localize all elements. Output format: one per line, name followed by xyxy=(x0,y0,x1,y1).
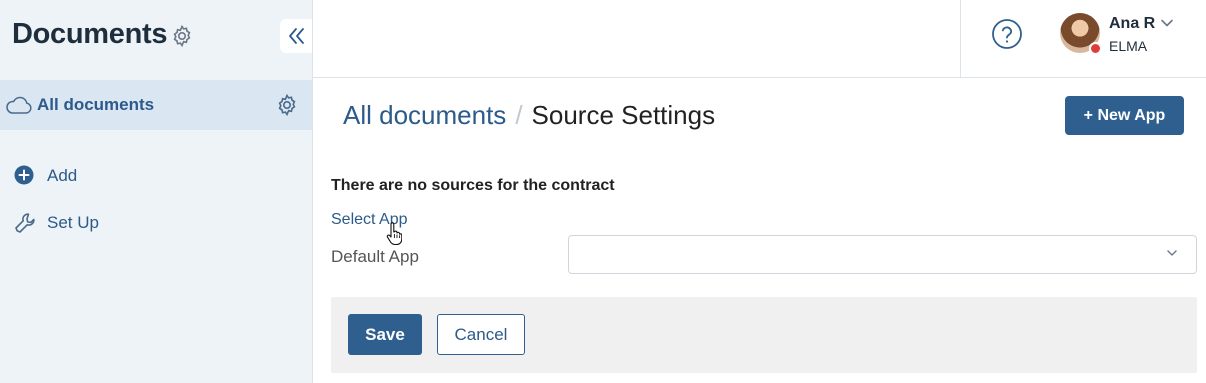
new-app-button[interactable]: + New App xyxy=(1065,96,1184,135)
user-company: ELMA xyxy=(1109,38,1148,54)
chevron-down-icon xyxy=(1166,249,1178,257)
breadcrumb-separator: / xyxy=(515,100,523,130)
breadcrumb-parent-link[interactable]: All documents xyxy=(343,100,506,130)
hand-cursor-icon xyxy=(386,222,402,246)
sidebar: Documents All documents Add Set Up xyxy=(0,0,313,383)
set-up-label: Set Up xyxy=(47,213,99,232)
wrench-icon xyxy=(13,211,37,235)
save-button[interactable]: Save xyxy=(348,314,422,355)
cloud-icon xyxy=(5,95,33,115)
add-label: Add xyxy=(47,166,78,185)
sidebar-title: Documents xyxy=(12,18,168,50)
cancel-button[interactable]: Cancel xyxy=(437,314,525,355)
header-divider xyxy=(960,0,961,77)
add-action[interactable]: Add xyxy=(0,161,312,191)
user-name[interactable]: Ana R xyxy=(1109,15,1155,33)
default-app-label: Default App xyxy=(331,247,419,266)
add-circle-icon xyxy=(13,164,35,186)
status-indicator xyxy=(1089,42,1102,55)
sidebar-item-label: All documents xyxy=(37,95,155,114)
set-up-action[interactable]: Set Up xyxy=(0,208,312,238)
help-circle-icon[interactable] xyxy=(991,18,1023,50)
chevron-down-icon[interactable] xyxy=(1160,18,1174,28)
double-chevron-left-icon xyxy=(287,26,305,46)
empty-sources-message: There are no sources for the contract xyxy=(331,177,615,194)
gear-icon[interactable] xyxy=(275,93,299,117)
gear-icon[interactable] xyxy=(170,24,194,48)
default-app-select[interactable] xyxy=(568,235,1197,274)
page-title: Source Settings xyxy=(531,100,716,130)
breadcrumb: All documents / Source Settings xyxy=(343,100,715,131)
collapse-sidebar-button[interactable] xyxy=(280,19,312,53)
top-bar: Ana R ELMA xyxy=(313,0,1206,78)
sidebar-item-all-documents[interactable]: All documents xyxy=(0,80,312,130)
